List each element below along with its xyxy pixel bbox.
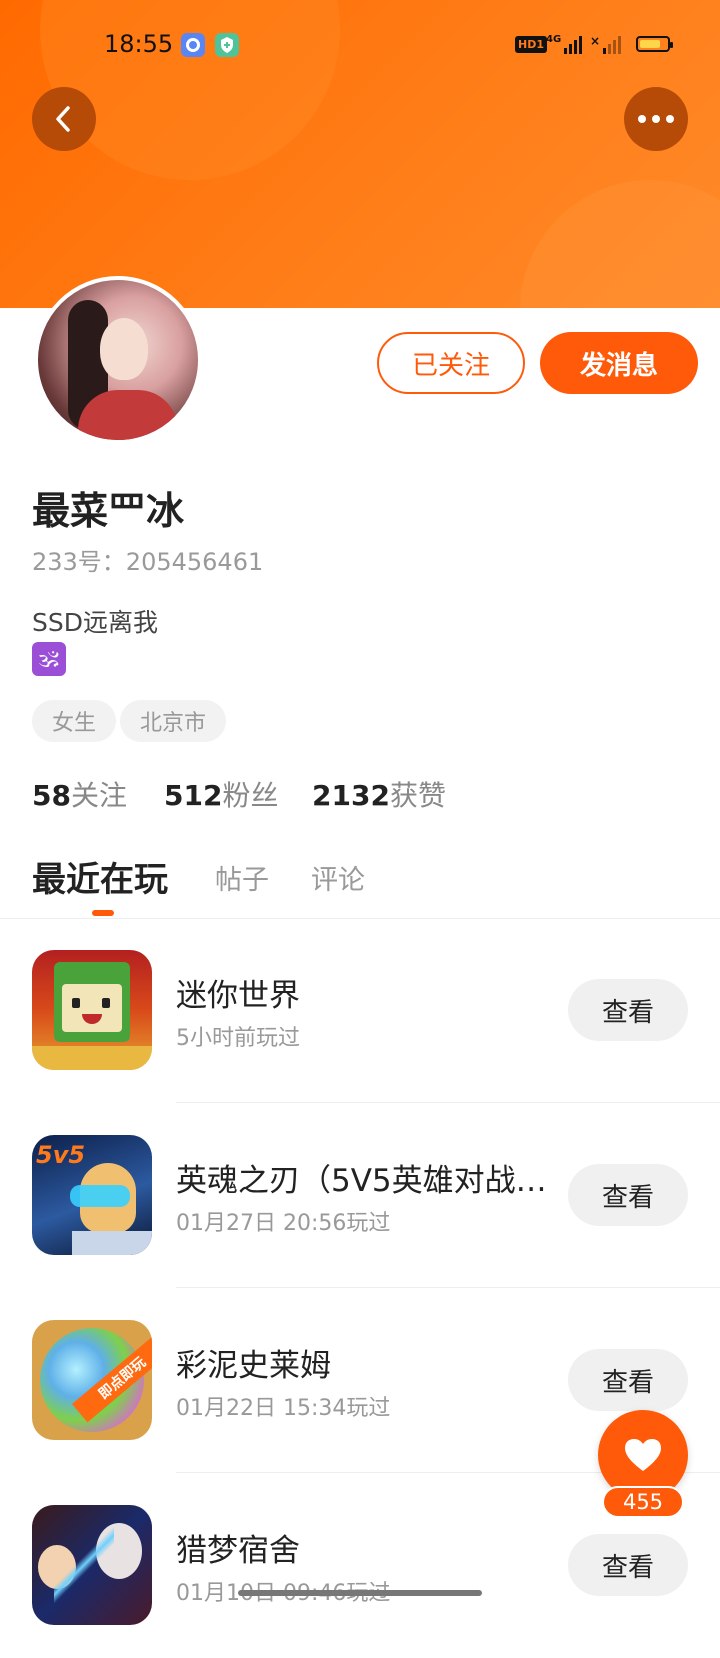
tag-gender: 女生 xyxy=(32,700,117,742)
stat-followers[interactable]: 512粉丝 xyxy=(164,774,278,814)
profile-bio: SSD远离我 xyxy=(32,608,158,637)
chevron-left-icon xyxy=(56,106,70,132)
stat-following[interactable]: 58关注 xyxy=(32,774,127,814)
om-emoji-icon: 🕉 xyxy=(32,642,66,676)
view-game-button[interactable]: 查看 xyxy=(568,1164,688,1226)
send-message-button[interactable]: 发消息 xyxy=(540,332,698,394)
status-bar: 18:55 HD1 4G × xyxy=(0,0,720,90)
tab-recently-played[interactable]: 最近在玩 xyxy=(32,852,168,901)
tag-location: 北京市 xyxy=(120,700,227,742)
tab-posts[interactable]: 帖子 xyxy=(215,858,269,897)
signal-4g-icon: 4G xyxy=(546,34,583,54)
stat-likes[interactable]: 2132获赞 xyxy=(312,774,446,814)
heart-icon xyxy=(625,1439,661,1471)
game-icon-mini-world xyxy=(32,950,152,1070)
game-row[interactable]: 迷你世界 5小时前玩过 查看 xyxy=(0,918,720,1103)
view-game-button[interactable]: 查看 xyxy=(568,979,688,1041)
view-game-button[interactable]: 查看 xyxy=(568,1349,688,1411)
game-played-time: 01月22日 15:34玩过 xyxy=(176,1396,391,1421)
signal-sim2-icon: × xyxy=(590,34,622,54)
game-icon-slime: 即点即玩 xyxy=(32,1320,152,1440)
view-game-button[interactable]: 查看 xyxy=(568,1534,688,1596)
game-title: 彩泥史莱姆 xyxy=(176,1348,331,1384)
battery-icon xyxy=(636,36,673,52)
back-button[interactable] xyxy=(32,87,96,151)
avatar[interactable] xyxy=(34,276,202,444)
more-options-button[interactable] xyxy=(624,87,688,151)
profile-name: 最菜罒冰 xyxy=(32,489,185,533)
game-title: 猎梦宿舍 xyxy=(176,1533,300,1569)
game-played-time: 01月27日 20:56玩过 xyxy=(176,1211,391,1236)
tab-comments[interactable]: 评论 xyxy=(311,858,365,897)
game-row[interactable]: 5v5 英魂之刃（5V5英雄对战… 01月27日 20:56玩过 查看 xyxy=(0,1103,720,1288)
home-indicator[interactable] xyxy=(238,1590,482,1596)
more-dots-icon xyxy=(638,115,674,123)
game-icon-dream-hunter xyxy=(32,1505,152,1625)
message-app-icon xyxy=(181,33,205,57)
tab-indicator xyxy=(92,910,114,916)
game-played-time: 5小时前玩过 xyxy=(176,1026,300,1051)
like-count: 455 xyxy=(602,1486,684,1518)
profile-id: 233号：205456461 xyxy=(32,548,264,576)
hd-voice-icon: HD1 xyxy=(515,36,547,53)
shield-app-icon xyxy=(215,33,239,57)
status-time: 18:55 xyxy=(104,30,174,58)
game-title: 迷你世界 xyxy=(176,978,300,1014)
game-icon-yinghun: 5v5 xyxy=(32,1135,152,1255)
game-title: 英魂之刃（5V5英雄对战… xyxy=(176,1163,547,1199)
following-button[interactable]: 已关注 xyxy=(377,332,525,394)
